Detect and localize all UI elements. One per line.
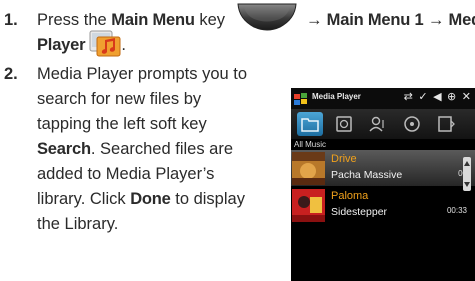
cd-case-icon <box>336 116 352 132</box>
step-text-line: Search. Searched files are <box>37 140 234 158</box>
genres-tab[interactable] <box>433 112 459 136</box>
step-text-line: Player. <box>37 30 126 58</box>
artists-tab[interactable] <box>365 112 391 136</box>
step-number: 1. <box>4 11 18 29</box>
phone-tab-bar <box>291 109 475 139</box>
category-label: All Music <box>294 140 327 149</box>
windows-logo-icon <box>294 92 307 110</box>
folder-music-icon <box>301 118 319 132</box>
phone-app-title: Media Player <box>312 92 361 101</box>
list-icon <box>438 116 455 132</box>
main-menu-key-icon <box>236 3 298 33</box>
step-text-line: tapping the left soft key <box>37 115 207 133</box>
track-title: Drive <box>331 153 357 165</box>
album-art-thumbnail <box>292 152 325 185</box>
status-icons: ⇄ ✓ ◀ ⊕ ✕ <box>403 90 472 103</box>
track-row[interactable]: Drive Pacha Massive 00 <box>291 150 475 186</box>
step-text-line: added to Media Player’s <box>37 165 215 183</box>
track-row[interactable]: Paloma Sidestepper 00:33 <box>291 187 475 223</box>
track-title: Paloma <box>331 190 369 202</box>
music-tab[interactable] <box>297 112 323 136</box>
step-text-line: library. Click Done to display <box>37 190 245 208</box>
step-text-line: Media Player prompts you to <box>37 65 248 83</box>
playlist-tab[interactable] <box>331 112 357 136</box>
scroll-arrows-icon <box>464 161 470 187</box>
track-artist: Sidestepper <box>331 206 388 218</box>
phone-screenshot: Media Player ⇄ ✓ ◀ ⊕ ✕ All Music Drive P… <box>291 88 475 281</box>
album-art-thumbnail <box>292 189 325 222</box>
step-text-line: the Library. <box>37 215 119 233</box>
step-number: 2. <box>4 65 18 83</box>
phone-title-bar: Media Player ⇄ ✓ ◀ ⊕ ✕ <box>291 88 475 109</box>
artist-icon <box>369 116 384 132</box>
disc-icon <box>404 116 420 132</box>
track-time: 00:33 <box>446 206 467 215</box>
track-artist: Pacha Massive <box>331 169 403 181</box>
media-player-icon <box>89 27 121 57</box>
albums-tab[interactable] <box>399 112 425 136</box>
step-text-line: search for new files by <box>37 90 202 108</box>
scrollbar[interactable] <box>463 157 471 191</box>
